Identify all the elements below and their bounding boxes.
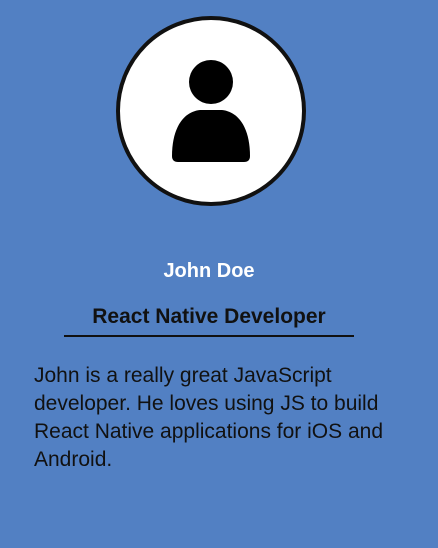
user-silhouette-icon: [172, 60, 250, 162]
profile-bio: John is a really great JavaScript develo…: [34, 364, 384, 471]
profile-card: John Doe React Native Developer John is …: [0, 0, 438, 548]
profile-name: John Doe: [163, 260, 255, 282]
avatar: [116, 16, 306, 206]
profile-role: React Native Developer: [64, 302, 354, 337]
